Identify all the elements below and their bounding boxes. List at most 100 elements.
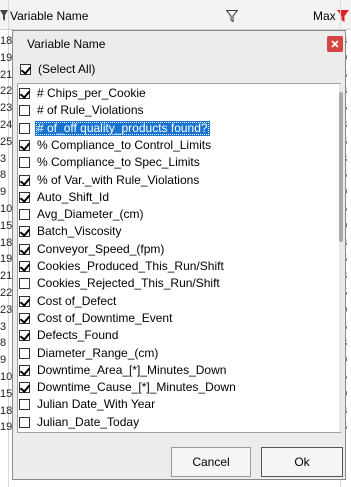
checkbox-icon[interactable] bbox=[19, 364, 30, 376]
variable-list[interactable]: # Chips_per_Cookie # of Rule_Violations # … bbox=[17, 83, 341, 433]
list-item[interactable]: % Compliance_to Control_Limits bbox=[18, 137, 334, 154]
list-item-label: Downtime_Area_[*]_Minutes_Down bbox=[37, 362, 227, 377]
list-item[interactable]: Cost of_Defect bbox=[18, 293, 334, 310]
select-all-label: (Select All) bbox=[38, 61, 96, 76]
filter-dialog: Variable Name (Select All) # Chips_per_C… bbox=[12, 30, 346, 480]
list-item[interactable]: # of Rule_Violations bbox=[18, 102, 334, 119]
list-item-label: Cookies_Rejected_This_Run/Shift bbox=[37, 276, 220, 291]
grid-cell: 22 bbox=[0, 286, 13, 299]
grid-cell: 10 bbox=[0, 202, 13, 215]
grid-cell: 9 bbox=[0, 186, 7, 199]
grid-cell: 21 bbox=[0, 68, 13, 81]
list-item-label: % Compliance_to Control_Limits bbox=[37, 137, 212, 152]
grid-header: Variable Name Max bbox=[0, 0, 351, 30]
list-item[interactable]: # Chips_per_Cookie bbox=[18, 85, 334, 102]
scrollbar-thumb[interactable] bbox=[339, 92, 343, 242]
filter-icon[interactable] bbox=[226, 10, 238, 22]
dialog-title: Variable Name bbox=[27, 37, 106, 51]
list-item-label: # of_off quality_products found? bbox=[35, 120, 210, 136]
list-item[interactable]: Avg_Diameter_(cm) bbox=[18, 206, 334, 223]
grid-left-column: 18 19 21 22 23 24 25 3 8 9 10 15 18 19 21 22 23 3 8 9 10 15 18… bbox=[0, 33, 12, 436]
list-item-label: Conveyor_Speed_(fpm) bbox=[37, 241, 165, 256]
checkbox-icon[interactable] bbox=[19, 209, 30, 221]
checkbox-icon[interactable] bbox=[19, 226, 30, 238]
list-item-label: % Compliance_to Spec_Limits bbox=[37, 155, 200, 170]
list-item[interactable]: % Compliance_to Spec_Limits bbox=[18, 154, 334, 171]
grid-cell: 3 bbox=[0, 152, 7, 165]
grid-cell: 18 bbox=[0, 236, 13, 249]
checkbox-icon[interactable] bbox=[19, 330, 30, 342]
grid-cell: 18 bbox=[0, 404, 13, 417]
list-item-label: Cookies_Produced_This_Run/Shift bbox=[37, 259, 224, 273]
column-header-max[interactable]: Max bbox=[313, 9, 336, 23]
grid-cell: 19 bbox=[0, 253, 13, 266]
active-filter-icon[interactable] bbox=[337, 10, 349, 22]
grid-cell: 15 bbox=[0, 387, 13, 400]
grid-cell: 15 bbox=[0, 219, 13, 232]
checkbox-icon[interactable] bbox=[19, 88, 30, 99]
checkbox-icon[interactable] bbox=[19, 191, 30, 203]
grid-cell: 19 bbox=[0, 421, 13, 434]
close-button[interactable] bbox=[327, 36, 343, 52]
list-item[interactable]: Julian Date_With Year bbox=[18, 396, 334, 413]
list-item[interactable]: Downtime_Cause_[*]_Minutes_Down bbox=[18, 379, 334, 396]
list-item-label: Batch_Viscosity bbox=[37, 224, 122, 239]
grid-cell: 3 bbox=[0, 320, 7, 333]
grid-cell: 21 bbox=[0, 270, 13, 283]
grid-cell: 18 bbox=[0, 35, 13, 47]
grid-cell: 8 bbox=[0, 337, 7, 350]
list-item[interactable]: Conveyor_Speed_(fpm) bbox=[18, 241, 334, 258]
list-item-label: % of Var._with Rule_Violations bbox=[37, 172, 200, 187]
checkbox-icon[interactable] bbox=[19, 243, 30, 255]
checkbox-icon[interactable] bbox=[19, 157, 30, 169]
list-item-label: # of Rule_Violations bbox=[37, 103, 144, 118]
checkbox-icon[interactable] bbox=[19, 416, 30, 428]
scrollbar[interactable] bbox=[339, 84, 343, 432]
list-item[interactable]: Julian_Date_Today bbox=[18, 414, 334, 431]
list-item[interactable]: # of_off quality_products found? bbox=[18, 120, 334, 137]
filter-icon[interactable] bbox=[0, 10, 8, 21]
select-all-checkbox[interactable]: (Select All) bbox=[19, 61, 97, 77]
grid-cell: 23 bbox=[0, 102, 13, 115]
grid-cell: 24 bbox=[0, 118, 13, 131]
grid-cell: 19 bbox=[0, 51, 13, 64]
list-item-label: Avg_Diameter_(cm) bbox=[37, 207, 144, 222]
list-item[interactable]: % of Var._with Rule_Violations bbox=[18, 172, 334, 189]
list-item-label: Diameter_Range_(cm) bbox=[37, 345, 159, 360]
grid-cell: 23 bbox=[0, 303, 13, 316]
checkbox-icon[interactable] bbox=[19, 295, 30, 307]
list-item[interactable]: Auto_Shift_Id bbox=[18, 189, 334, 206]
checkbox-icon bbox=[20, 63, 31, 75]
checkbox-icon[interactable] bbox=[19, 139, 30, 151]
grid-cell: 25 bbox=[0, 135, 13, 148]
checkbox-icon[interactable] bbox=[19, 399, 30, 411]
list-item[interactable]: Defects_Found bbox=[18, 327, 334, 344]
checkbox-icon[interactable] bbox=[19, 312, 30, 324]
list-item-label: Cost of_Defect bbox=[37, 293, 117, 308]
list-item-label: Julian_Date_Today bbox=[37, 414, 140, 429]
checkbox-icon[interactable] bbox=[19, 174, 30, 186]
list-item[interactable]: Cookies_Produced_This_Run/Shift bbox=[18, 258, 334, 275]
list-item-label: Julian Date_With Year bbox=[37, 397, 156, 412]
ok-button[interactable]: Ok bbox=[261, 447, 343, 477]
column-header-variable-name[interactable]: Variable Name bbox=[10, 9, 88, 23]
list-item-label: Cost of_Downtime_Event bbox=[37, 310, 173, 325]
checkbox-icon[interactable] bbox=[19, 122, 30, 134]
checkbox-icon[interactable] bbox=[19, 261, 30, 272]
checkbox-icon[interactable] bbox=[19, 382, 30, 394]
list-item-label: Auto_Shift_Id bbox=[37, 189, 110, 204]
list-item[interactable]: Cookies_Rejected_This_Run/Shift bbox=[18, 275, 334, 292]
grid-cell: 8 bbox=[0, 169, 7, 182]
list-item[interactable]: Diameter_Range_(cm) bbox=[18, 345, 334, 362]
close-icon bbox=[331, 40, 339, 48]
cancel-button[interactable]: Cancel bbox=[171, 447, 251, 477]
list-item[interactable]: Downtime_Area_[*]_Minutes_Down bbox=[18, 362, 334, 379]
checkbox-icon[interactable] bbox=[19, 278, 30, 290]
list-item-label: # Chips_per_Cookie bbox=[37, 86, 146, 100]
list-item-label: Downtime_Cause_[*]_Minutes_Down bbox=[37, 380, 236, 395]
list-item[interactable]: Cost of_Downtime_Event bbox=[18, 310, 334, 327]
list-item-label: Defects_Found bbox=[37, 328, 119, 343]
checkbox-icon[interactable] bbox=[19, 105, 30, 117]
list-item[interactable]: Batch_Viscosity bbox=[18, 223, 334, 240]
checkbox-icon[interactable] bbox=[19, 347, 30, 359]
